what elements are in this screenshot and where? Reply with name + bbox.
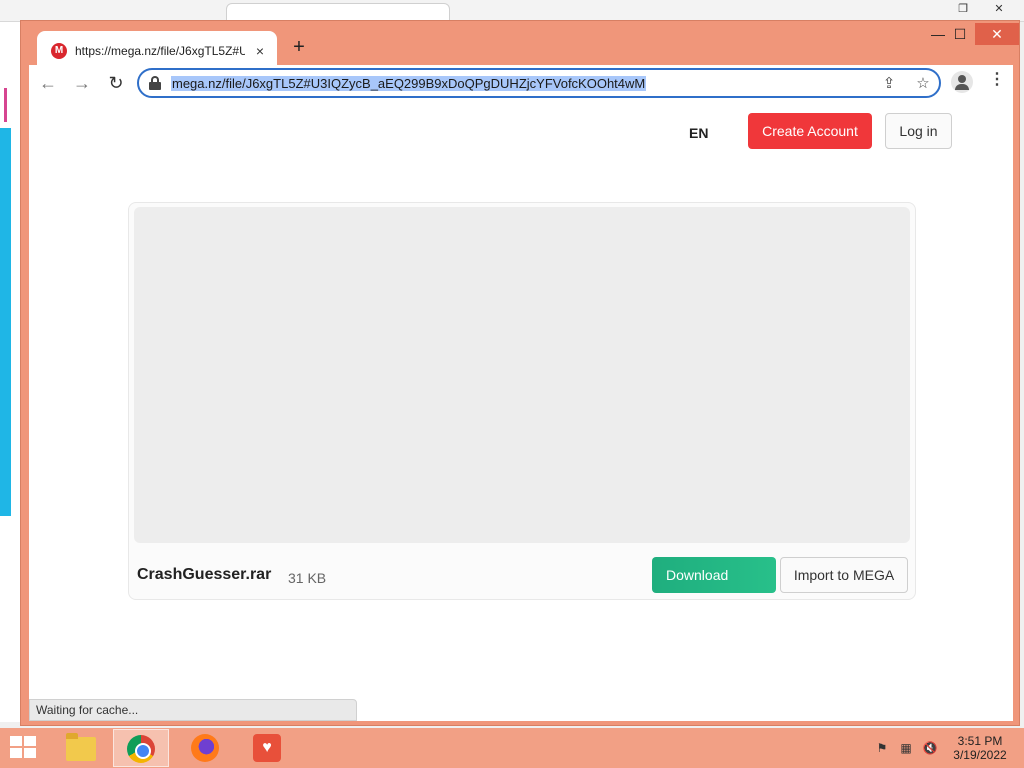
download-button[interactable]: Download xyxy=(652,557,776,593)
file-explorer-taskbar-button[interactable] xyxy=(52,729,108,767)
background-window-tab xyxy=(226,3,450,21)
mega-favicon-icon: M xyxy=(51,43,67,59)
background-restore-icon: ❐ xyxy=(958,3,968,15)
bookmark-star-icon[interactable]: ☆ xyxy=(913,74,933,92)
tab-close-icon[interactable]: × xyxy=(253,43,267,59)
browser-toolbar: ← → ↻ mega.nz/file/J6xgTL5Z#U3IQZycB_aEQ… xyxy=(29,65,1013,101)
file-preview-area xyxy=(134,207,910,543)
taskbar: ♥ ⚑ ▦ 🔇 3:51 PM 3/19/2022 xyxy=(0,728,1024,768)
chrome-taskbar-button[interactable] xyxy=(113,729,169,767)
background-app-strip xyxy=(0,128,11,516)
new-tab-button[interactable]: + xyxy=(287,35,311,59)
login-button[interactable]: Log in xyxy=(885,113,952,149)
file-name: CrashGuesser.rar xyxy=(137,566,272,583)
back-button[interactable]: ← xyxy=(33,68,63,98)
clock-date: 3/19/2022 xyxy=(953,748,1007,762)
health-monitor-taskbar-button[interactable]: ♥ xyxy=(239,729,295,767)
system-clock[interactable]: 3:51 PM 3/19/2022 xyxy=(948,734,1012,762)
windows-start-icon[interactable] xyxy=(10,736,38,760)
clock-time: 3:51 PM xyxy=(957,734,1003,748)
browser-menu-icon[interactable]: ⋮ xyxy=(987,69,1007,89)
tab-title: https://mega.nz/file/J6xgTL5Z#U xyxy=(75,44,245,58)
browser-window: — ☐ ✕ M https://mega.nz/file/J6xgTL5Z#U … xyxy=(20,20,1020,726)
create-account-button[interactable]: Create Account xyxy=(748,113,872,149)
import-to-mega-button[interactable]: Import to MEGA xyxy=(780,557,908,593)
heartbeat-icon: ♥ xyxy=(253,734,281,762)
page-content: EN Create Account Log in CrashGuesser.ra… xyxy=(29,101,1013,721)
file-size: 31 KB xyxy=(288,570,327,586)
firefox-icon xyxy=(191,734,219,762)
file-card: CrashGuesser.rar 31 KB Download Import t… xyxy=(128,202,916,600)
reload-button[interactable]: ↻ xyxy=(101,68,131,98)
url-text[interactable]: mega.nz/file/J6xgTL5Z#U3IQZycB_aEQ299B9x… xyxy=(171,75,647,91)
maximize-button[interactable]: ☐ xyxy=(945,23,975,45)
address-bar[interactable]: mega.nz/file/J6xgTL5Z#U3IQZycB_aEQ299B9x… xyxy=(137,68,941,98)
network-icon[interactable]: ▦ xyxy=(898,740,914,756)
folder-icon xyxy=(66,733,96,761)
profile-avatar-icon[interactable] xyxy=(951,71,973,93)
background-close-icon: ✕ xyxy=(994,3,1004,15)
volume-muted-icon[interactable]: 🔇 xyxy=(922,740,938,756)
chrome-icon xyxy=(127,735,155,763)
share-icon[interactable]: ⇪ xyxy=(879,74,899,92)
background-accent-strip xyxy=(4,88,7,122)
lock-icon[interactable] xyxy=(149,76,161,90)
forward-button[interactable]: → xyxy=(67,68,97,98)
language-selector[interactable]: EN xyxy=(689,125,708,141)
background-window-titlebar: ❐ ✕ xyxy=(0,0,1024,22)
action-center-flag-icon[interactable]: ⚑ xyxy=(874,740,890,756)
status-bar: Waiting for cache... xyxy=(29,699,357,721)
close-window-button[interactable]: ✕ xyxy=(975,23,1019,45)
firefox-taskbar-button[interactable] xyxy=(177,729,233,767)
